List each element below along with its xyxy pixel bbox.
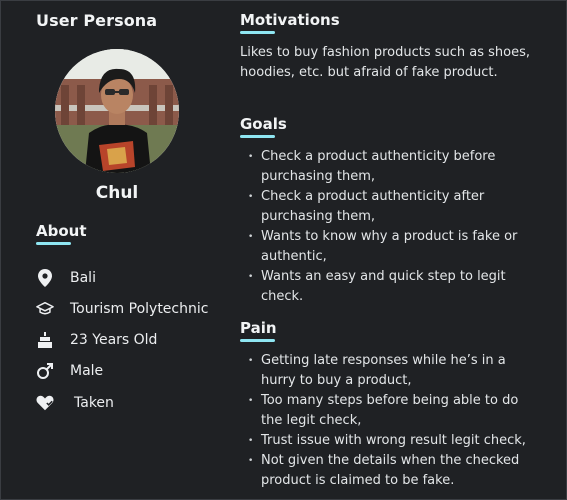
goal-item: Wants an easy and quick step to legit ch… [240,267,540,307]
about-underline [36,242,71,245]
motivations-underline [240,31,275,34]
avatar-photo [55,49,179,173]
heart-icon [36,394,54,412]
avatar [55,49,179,173]
about-item-label: Tourism Polytechnic [70,301,209,317]
persona-sidebar: User Persona Chul About Bali Tourism Pol… [36,0,226,500]
goal-item: Check a product authenticity before purc… [240,147,540,187]
goals-heading: Goals [240,115,287,133]
location-pin-icon [36,269,54,287]
about-heading: About [36,222,87,240]
pain-item: Not given the details when the checked p… [240,451,540,491]
about-item-age: 23 Years Old [36,329,226,351]
page-title: User Persona [36,11,158,30]
pain-list: Getting late responses while he’s in a h… [240,351,540,491]
pain-item: Getting late responses while he’s in a h… [240,351,540,391]
about-item-label: Bali [70,270,96,286]
goal-item: Wants to know why a product is fake or a… [240,227,540,267]
pain-underline [240,339,275,342]
about-item-gender: Male [36,360,226,382]
about-item-label: Male [70,363,104,379]
persona-details: Motivations Likes to buy fashion product… [240,0,550,500]
about-item-location: Bali [36,267,226,289]
about-item-education: Tourism Polytechnic [36,298,226,320]
motivations-heading: Motivations [240,11,340,29]
pain-heading: Pain [240,319,277,337]
graduation-cap-icon [36,300,54,318]
about-item-relationship: Taken [36,392,226,414]
pain-item: Trust issue with wrong result legit chec… [240,431,540,451]
motivations-text: Likes to buy fashion products such as sh… [240,45,530,80]
goal-item: Check a product authenticity after purch… [240,187,540,227]
cake-icon [36,331,54,349]
goals-list: Check a product authenticity before purc… [240,147,540,307]
male-symbol-icon [36,362,54,380]
about-item-label: Taken [74,395,114,411]
persona-name: Chul [95,183,139,203]
about-item-label: 23 Years Old [70,332,158,348]
goals-underline [240,135,275,138]
pain-item: Too many steps before being able to do t… [240,391,540,431]
